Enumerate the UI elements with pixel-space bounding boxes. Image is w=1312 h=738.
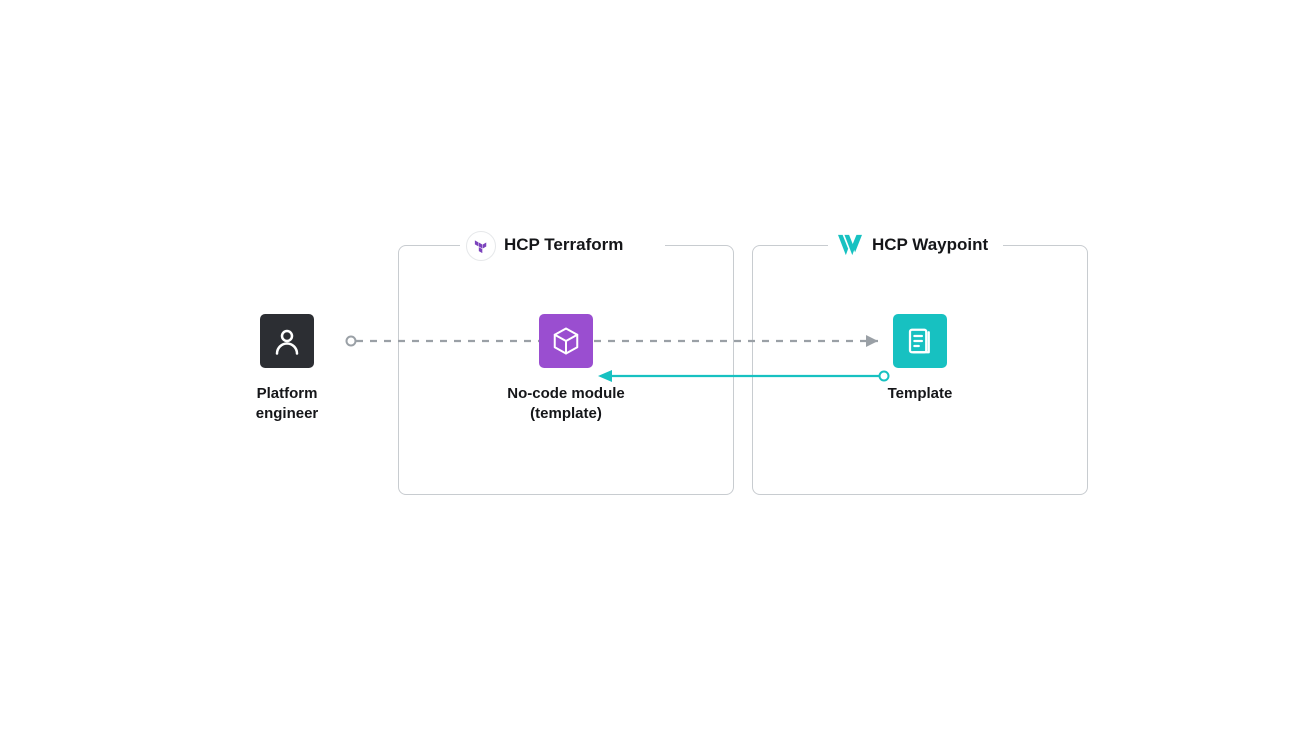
connectors-layer [0,0,1312,738]
cube-icon [551,326,581,356]
platform-engineer-label-line1: Platform [257,385,318,402]
person-icon [272,326,302,356]
platform-engineer-label-line2: engineer [256,405,319,422]
template-label: Template [870,384,970,404]
template-node [893,314,947,368]
diagram-canvas: HCP Terraform HCP Waypoint Platform engi… [0,0,1312,738]
no-code-module-label-line2: (template) [530,405,602,422]
platform-engineer-label: Platform engineer [227,384,347,425]
template-icon [905,326,935,356]
platform-engineer-node [260,314,314,368]
no-code-module-label-line1: No-code module [507,385,625,402]
no-code-module-node [539,314,593,368]
no-code-module-label: No-code module (template) [496,384,636,425]
